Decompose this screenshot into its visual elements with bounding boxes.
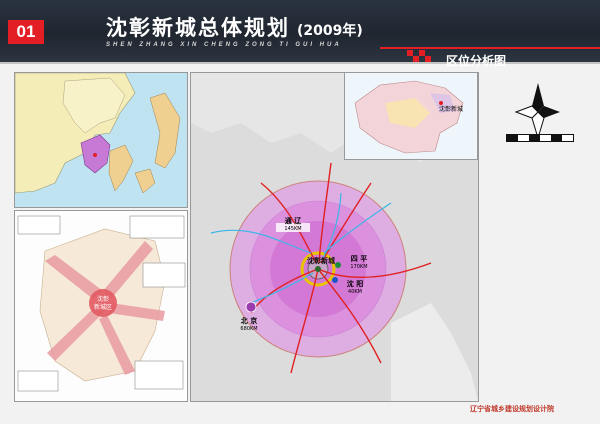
city-label-beijing: 北 京: [241, 316, 257, 325]
section-title: 区位分析图: [446, 54, 507, 68]
page-subtitle: SHEN ZHANG XIN CHENG ZONG TI GUI HUA: [106, 42, 342, 48]
city-label-shenzhang: 沈彰新城: [307, 256, 335, 265]
china-inset-map-image: 沈彰新城: [354, 80, 464, 154]
header-bar: 01 沈彰新城总体规划 (2009年) SHEN ZHANG XIN CHENG…: [0, 0, 600, 68]
designer-logo: 辽宁省城乡建设规划设计院: [470, 405, 554, 413]
city-label-shenyang: 沈 阳: [347, 279, 363, 288]
page-number-badge: 01: [8, 20, 44, 44]
section-marker-icon: [407, 50, 431, 62]
scale-bar: [506, 134, 574, 142]
city-label-siping: 四 平: [351, 255, 367, 263]
city-dist-beijing: 680KM: [240, 326, 257, 332]
page-year: (2009年): [297, 23, 363, 39]
northeast-asia-map: [14, 72, 188, 208]
region-center-label-2: 新城区: [94, 303, 112, 311]
city-dist-shenyang: 40KM: [348, 289, 362, 295]
city-dist-tongliao: 145KM: [284, 226, 301, 232]
city-dist-siping: 170KM: [350, 264, 367, 270]
city-label-tongliao: 通 辽: [285, 216, 301, 225]
region-center-label-1: 沈彰: [97, 295, 109, 303]
regional-relationship-map-image: 沈彰 新城区: [17, 215, 186, 392]
northeast-asia-map-image: [15, 73, 181, 194]
china-inset-map: 沈彰新城: [344, 72, 478, 160]
plan-sheet: 01 沈彰新城总体规划 (2009年) SHEN ZHANG XIN CHENG…: [0, 0, 600, 424]
regional-relationship-map: 沈彰 新城区: [14, 210, 188, 402]
header-divider: [380, 47, 600, 49]
china-map-label: 沈彰新城: [439, 105, 463, 113]
page-title: 沈彰新城总体规划: [106, 16, 290, 40]
